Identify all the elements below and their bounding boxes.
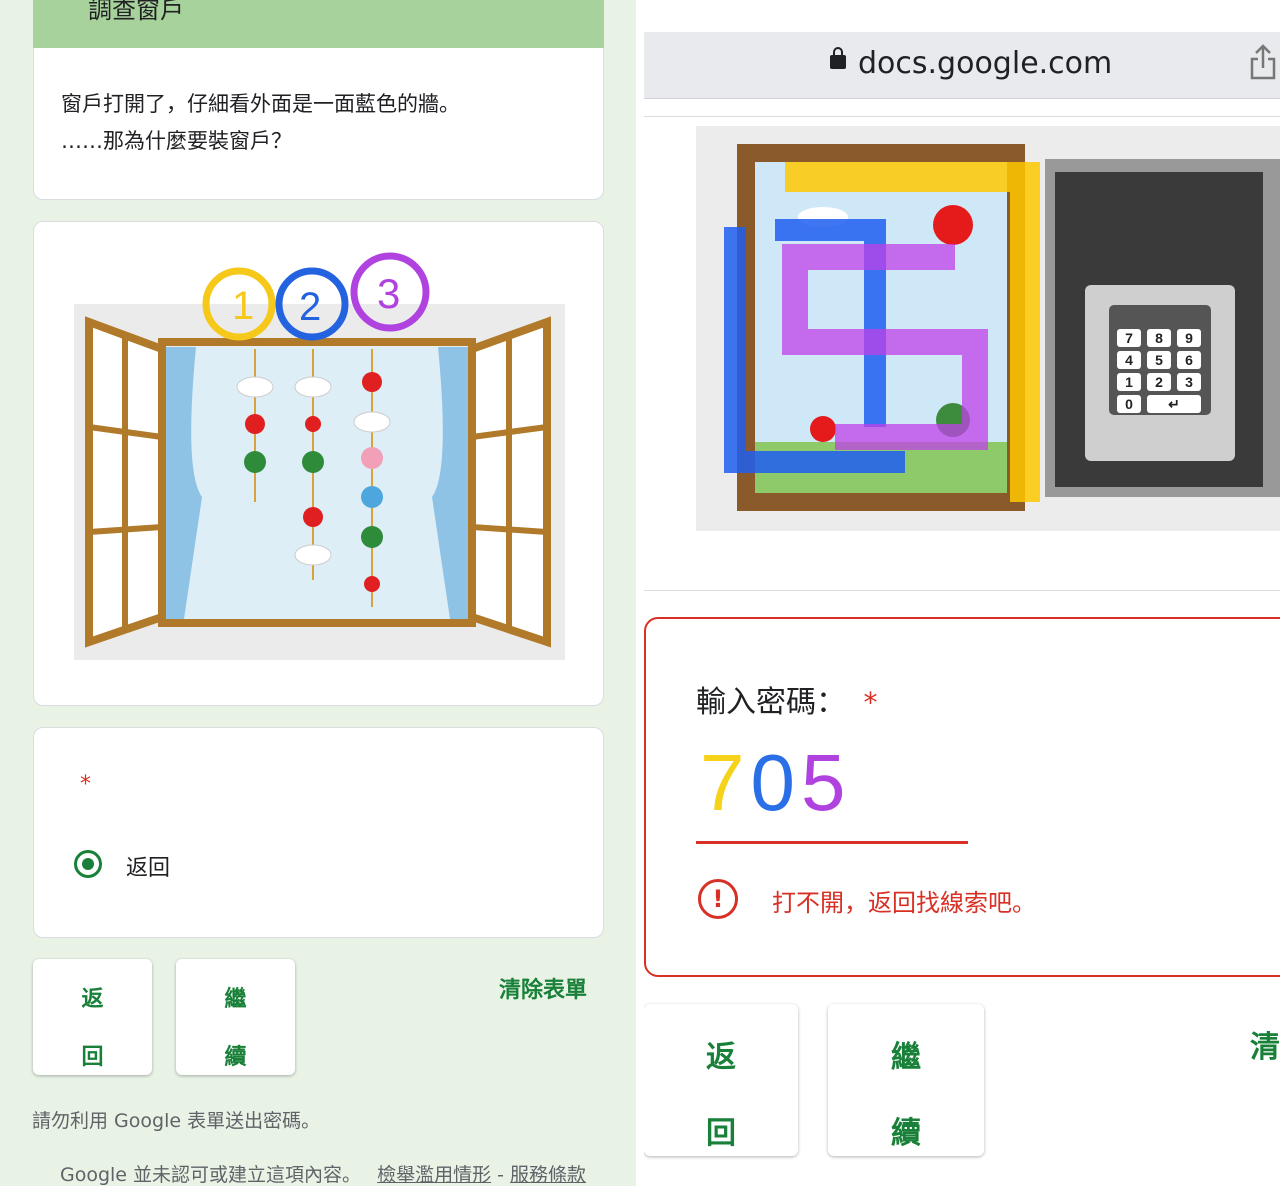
back-button-char-1: 返 [81,987,104,1012]
back-button-char-1: 返 [706,1040,736,1075]
right-form-pane: docs.google.com 7 8 9 4 5 6 1 2 3 0 ↵ 輸入密碼： *… [644,0,1280,1186]
password-notice: 請勿利用 Google 表單送出密碼。 [32,1110,321,1132]
password-card: 輸入密碼： * 705 ! 打不開，返回找線索吧。 [644,617,1280,977]
radio-selected-icon[interactable] [74,850,102,878]
keypad-key: 6 [1185,352,1193,368]
keypad-key: 0 [1125,396,1133,412]
marker-1: 1 [232,284,254,328]
required-mark: * [863,686,878,719]
clear-form-link-right[interactable]: 清 [1250,1022,1280,1066]
form-description: 窗戶打開了，仔細看外面是一面藍色的牆。 ……那為什麼要裝窗戶？ [61,86,460,160]
continue-button-char-1: 繼 [224,987,247,1012]
description-line-1: 窗戶打開了，仔細看外面是一面藍色的牆。 [61,92,460,116]
footer-separator: - [491,1164,511,1186]
window-illustration: 1 2 3 [74,252,565,660]
question-card: * 返回 [33,727,604,938]
keypad-key: ↵ [1168,396,1180,412]
terms-link[interactable]: 服務條款 [510,1164,586,1186]
continue-button-char-2: 續 [891,1116,921,1151]
password-label-text: 輸入密碼： [696,685,846,720]
error-icon: ! [698,879,738,919]
left-form-pane: 調查窗戶 窗戶打開了，仔細看外面是一面藍色的牆。 ……那為什麼要裝窗戶？ 1 2… [0,0,636,1186]
url-text: docs.google.com [858,46,1113,81]
browser-url-bar[interactable]: docs.google.com [644,32,1280,99]
report-abuse-link[interactable]: 檢舉濫用情形 [377,1164,491,1186]
password-input[interactable]: 705 [696,731,968,844]
form-title: 調查窗戶 [88,0,184,24]
back-button[interactable]: 返 回 [33,959,152,1075]
keypad-key: 3 [1185,374,1193,390]
keypad-key: 1 [1125,374,1133,390]
keypad-key: 2 [1155,374,1163,390]
marker-2: 2 [299,285,321,329]
image-card-right: 7 8 9 4 5 6 1 2 3 0 ↵ [644,116,1280,591]
keypad-key: 7 [1125,330,1133,346]
password-input-value: 705 [700,738,852,827]
keypad-key: 4 [1125,352,1133,368]
back-button-right[interactable]: 返 回 [644,1004,798,1156]
back-button-char-2: 回 [706,1116,736,1151]
footer: Google 並未認可或建立這項內容。 檢舉濫用情形 - 服務條款 [60,1160,586,1186]
keypad-key: 5 [1155,352,1163,368]
continue-button-right[interactable]: 繼 續 [828,1004,984,1156]
description-line-2: ……那為什麼要裝窗戶？ [61,129,292,153]
clear-form-link[interactable]: 清除表單 [499,972,587,1004]
keypad-key: 9 [1185,330,1193,346]
pane-divider [636,0,644,1186]
radio-option-label: 返回 [126,856,171,881]
image-card: 1 2 3 [33,221,604,706]
continue-button-char-2: 續 [224,1045,247,1070]
keypad-key: 8 [1155,330,1163,346]
marker-3: 3 [377,270,400,317]
continue-button[interactable]: 繼 續 [176,959,295,1075]
required-mark: * [80,772,91,797]
back-button-char-2: 回 [81,1045,104,1070]
lock-icon [830,47,846,69]
footer-text: Google 並未認可或建立這項內容。 [60,1164,362,1186]
share-icon[interactable] [1250,44,1276,80]
password-label: 輸入密碼： * [696,677,878,721]
keypad-illustration: 7 8 9 4 5 6 1 2 3 0 ↵ [696,126,1280,531]
continue-button-char-1: 繼 [891,1040,921,1075]
error-text: 打不開，返回找線索吧。 [772,889,1036,917]
